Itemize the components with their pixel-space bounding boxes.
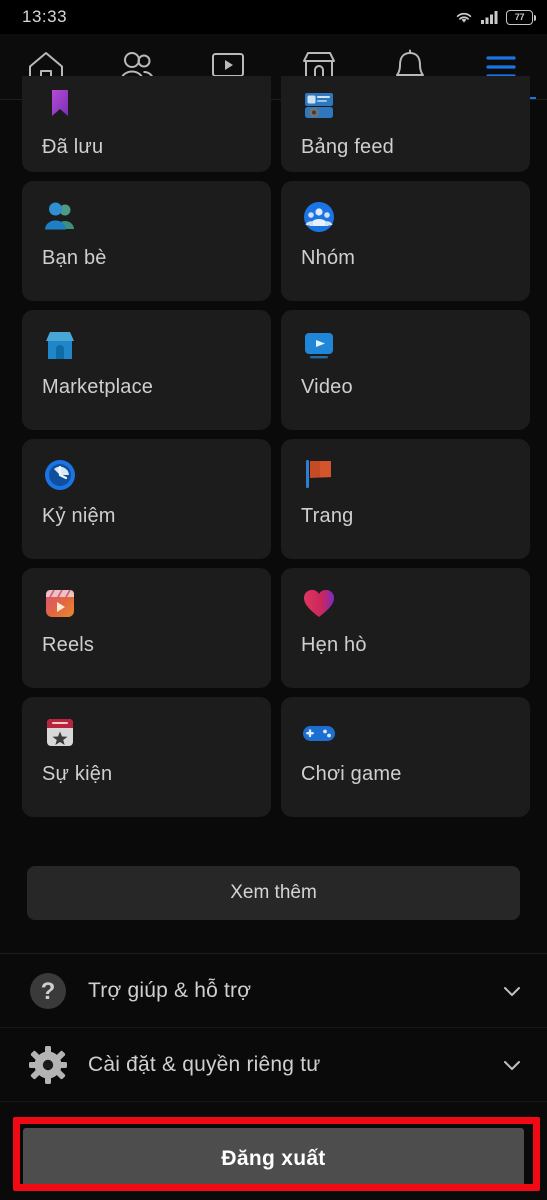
menu-scroll-area[interactable]: Đã lưu Bảng feed Bạn bè Nhóm Marketplace… [0, 76, 547, 1200]
menu-row-settings-privacy[interactable]: Cài đặt & quyền riêng tư [0, 1028, 547, 1102]
news-feed-icon [305, 93, 333, 118]
shortcut-label: Trang [301, 505, 354, 527]
gear-icon [26, 1043, 70, 1087]
shortcut-tile-saved[interactable]: Đã lưu [22, 76, 271, 172]
dating-heart-icon [303, 589, 335, 617]
shortcut-tile-memories[interactable]: Kỷ niệm [22, 439, 271, 559]
wifi-icon [456, 12, 472, 23]
svg-text:?: ? [41, 978, 56, 1005]
shortcut-tile-gaming[interactable]: Chơi game [281, 697, 530, 817]
cellular-signal-icon [481, 11, 498, 24]
shortcut-label: Hẹn hò [301, 634, 367, 656]
shortcut-label: Video [301, 376, 353, 398]
menu-row-label: Cài đặt & quyền riêng tư [88, 1052, 321, 1076]
shortcut-label: Bảng feed [301, 136, 394, 158]
shortcut-tile-dating[interactable]: Hẹn hò [281, 568, 530, 688]
shortcut-tile-pages[interactable]: Trang [281, 439, 530, 559]
groups-icon [304, 202, 334, 232]
shortcut-label: Bạn bè [42, 247, 107, 269]
see-more-container: Xem thêm [0, 866, 547, 920]
shortcut-tile-friends[interactable]: Bạn bè [22, 181, 271, 301]
shortcut-label: Kỷ niệm [42, 505, 116, 527]
menu-row-help-support[interactable]: ? Trợ giúp & hỗ trợ [0, 954, 547, 1028]
phone-screen: 13:33 77 Đã lưu Bảng feed Bạn bè Nhóm Ma… [0, 0, 547, 1200]
chevron-down-icon[interactable] [501, 980, 523, 1002]
reels-icon [46, 589, 74, 617]
battery-level-text: 77 [514, 11, 525, 22]
status-bar-clock: 13:33 [22, 7, 68, 26]
events-icon [47, 719, 73, 746]
marketplace-icon [46, 332, 74, 359]
shortcut-tile-reels[interactable]: Reels [22, 568, 271, 688]
shortcut-label: Đã lưu [42, 136, 104, 158]
shortcuts-grid: Đã lưu Bảng feed Bạn bè Nhóm Marketplace… [22, 76, 530, 817]
status-bar: 13:33 77 [0, 0, 547, 34]
shortcut-label: Chơi game [301, 763, 402, 785]
memories-icon [45, 460, 75, 490]
shortcut-tile-events[interactable]: Sự kiện [22, 697, 271, 817]
shortcut-label: Nhóm [301, 247, 356, 269]
menu-row-label: Trợ giúp & hỗ trợ [88, 978, 252, 1002]
shortcut-label: Sự kiện [42, 763, 113, 785]
pages-flag-icon [306, 460, 331, 488]
help-circle-icon: ? [26, 969, 70, 1013]
menu-options-list: ? Trợ giúp & hỗ trợ Cài đặt & quyền riên… [0, 953, 547, 1102]
logout-button[interactable]: Đăng xuất [23, 1128, 524, 1190]
battery-icon: 77 [506, 9, 537, 25]
shortcut-label: Reels [42, 634, 95, 656]
shortcut-tile-feed[interactable]: Bảng feed [281, 76, 530, 172]
friends-icon [45, 202, 74, 230]
shortcut-label: Marketplace [42, 376, 154, 398]
bookmark-icon [52, 90, 68, 116]
chevron-down-icon[interactable] [501, 1054, 523, 1076]
shortcut-tile-video[interactable]: Video [281, 310, 530, 430]
shortcut-tile-groups[interactable]: Nhóm [281, 181, 530, 301]
logout-container: Đăng xuất [0, 1118, 547, 1200]
status-bar-icons: 77 [454, 9, 537, 25]
shortcut-tile-marketplace[interactable]: Marketplace [22, 310, 271, 430]
gaming-icon [303, 726, 335, 741]
video-icon [305, 333, 333, 359]
see-more-button[interactable]: Xem thêm [27, 866, 520, 920]
